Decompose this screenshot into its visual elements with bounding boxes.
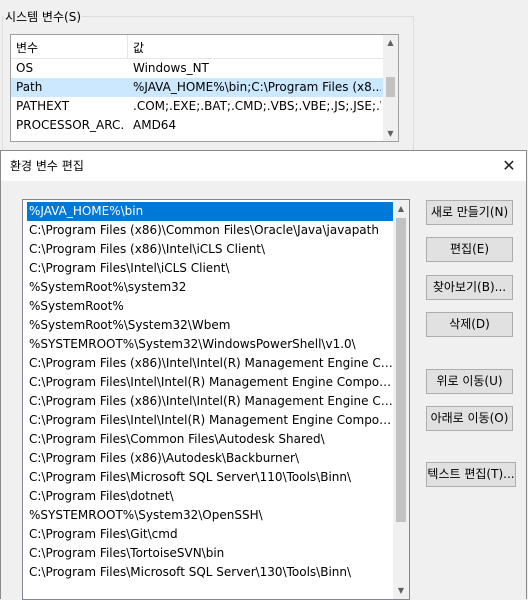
path-item[interactable]: C:\Program Files (x86)\Intel\Intel(R) Ma… bbox=[27, 354, 393, 373]
variable-value: AMD64 bbox=[133, 118, 177, 132]
table-scrollbar[interactable]: ▲ ▼ bbox=[383, 35, 398, 141]
table-row[interactable]: PROCESSOR_ARC... AMD64 bbox=[11, 116, 383, 135]
table-row-selected[interactable]: Path %JAVA_HOME%\bin;C:\Program Files (x… bbox=[11, 78, 383, 97]
delete-button[interactable]: 삭제(D) bbox=[426, 312, 513, 337]
variable-value: .COM;.EXE;.BAT;.CMD;.VBS;.VBE;.JS;.JSE;.… bbox=[133, 99, 381, 113]
path-item[interactable]: C:\Program Files (x86)\Intel\Intel(R) Ma… bbox=[27, 392, 393, 411]
column-header-variable[interactable]: 변수 bbox=[16, 39, 124, 56]
variable-name: OS bbox=[16, 61, 34, 75]
path-item[interactable]: C:\Program Files (x86)\Autodesk\Backburn… bbox=[27, 449, 393, 468]
system-variables-title: 시스템 변수(S) bbox=[4, 8, 82, 25]
edit-environment-variable-dialog: 환경 변수 편집 ✕ %JAVA_HOME%\bin C:\Program Fil… bbox=[0, 150, 527, 600]
variable-value: Windows_NT bbox=[133, 61, 209, 75]
path-item[interactable]: %SystemRoot% bbox=[27, 297, 393, 316]
new-button[interactable]: 새로 만들기(N) bbox=[426, 200, 513, 225]
path-item[interactable]: C:\Program Files\Microsoft SQL Server\13… bbox=[27, 563, 393, 582]
system-variables-panel: 시스템 변수(S) 변수 값 OS Windows_NT Path %JAVA_… bbox=[0, 0, 528, 167]
table-row[interactable]: OS Windows_NT bbox=[11, 59, 383, 78]
path-item[interactable]: C:\Program Files\TortoiseSVN\bin bbox=[27, 544, 393, 563]
browse-button[interactable]: 찾아보기(B)... bbox=[426, 275, 513, 300]
scroll-thumb[interactable] bbox=[396, 218, 406, 522]
path-item[interactable]: %SystemRoot%\system32 bbox=[27, 278, 393, 297]
dialog-titlebar[interactable]: 환경 변수 편집 ✕ bbox=[1, 151, 526, 181]
path-item[interactable]: C:\Program Files\Microsoft SQL Server\11… bbox=[27, 468, 393, 487]
path-item[interactable]: %SYSTEMROOT%\System32\OpenSSH\ bbox=[27, 506, 393, 525]
path-item[interactable]: C:\Program Files\Common Files\Autodesk S… bbox=[27, 430, 393, 449]
scroll-up-arrow-icon[interactable]: ▲ bbox=[383, 35, 398, 50]
path-item[interactable]: C:\Program Files\Intel\Intel(R) Manageme… bbox=[27, 411, 393, 430]
path-item-selected[interactable]: %JAVA_HOME%\bin bbox=[27, 202, 393, 221]
path-item[interactable]: C:\Program Files\Intel\iCLS Client\ bbox=[27, 259, 393, 278]
system-variables-table[interactable]: 변수 값 OS Windows_NT Path %JAVA_HOME%\bin;… bbox=[10, 34, 399, 142]
list-scrollbar[interactable]: ▲ ▼ bbox=[393, 200, 409, 599]
path-item[interactable]: C:\Program Files\Intel\Intel(R) Manageme… bbox=[27, 373, 393, 392]
path-item[interactable]: C:\Program Files\Git\cmd bbox=[27, 525, 393, 544]
scroll-down-arrow-icon[interactable]: ▼ bbox=[383, 126, 398, 141]
table-header: 변수 값 bbox=[11, 35, 383, 59]
scroll-up-arrow-icon[interactable]: ▲ bbox=[393, 200, 409, 217]
path-item[interactable]: %SystemRoot%\System32\Wbem bbox=[27, 316, 393, 335]
move-up-button[interactable]: 위로 이동(U) bbox=[426, 369, 513, 394]
variable-name: PROCESSOR_ARC... bbox=[16, 118, 124, 132]
table-row[interactable]: PATHEXT .COM;.EXE;.BAT;.CMD;.VBS;.VBE;.J… bbox=[11, 97, 383, 116]
close-icon[interactable]: ✕ bbox=[492, 151, 526, 181]
variable-name: Path bbox=[16, 80, 43, 94]
column-header-value[interactable]: 값 bbox=[133, 39, 381, 56]
path-item[interactable]: %SYSTEMROOT%\System32\WindowsPowerShell\… bbox=[27, 335, 393, 354]
dialog-title: 환경 변수 편집 bbox=[10, 159, 84, 173]
variable-name: PATHEXT bbox=[16, 99, 70, 113]
move-down-button[interactable]: 아래로 이동(O) bbox=[426, 406, 513, 431]
edit-text-button[interactable]: 텍스트 편집(T)... bbox=[426, 462, 516, 487]
scroll-down-arrow-icon[interactable]: ▼ bbox=[393, 582, 409, 599]
path-list[interactable]: %JAVA_HOME%\bin C:\Program Files (x86)\Co… bbox=[22, 199, 410, 600]
path-item[interactable]: C:\Program Files (x86)\Intel\iCLS Client… bbox=[27, 240, 393, 259]
path-item[interactable]: C:\Program Files (x86)\Common Files\Orac… bbox=[27, 221, 393, 240]
path-item[interactable]: C:\Program Files\dotnet\ bbox=[27, 487, 393, 506]
edit-button[interactable]: 편집(E) bbox=[426, 237, 513, 262]
variable-value: %JAVA_HOME%\bin;C:\Program Files (x8... bbox=[133, 80, 381, 94]
scroll-thumb[interactable] bbox=[386, 77, 395, 97]
